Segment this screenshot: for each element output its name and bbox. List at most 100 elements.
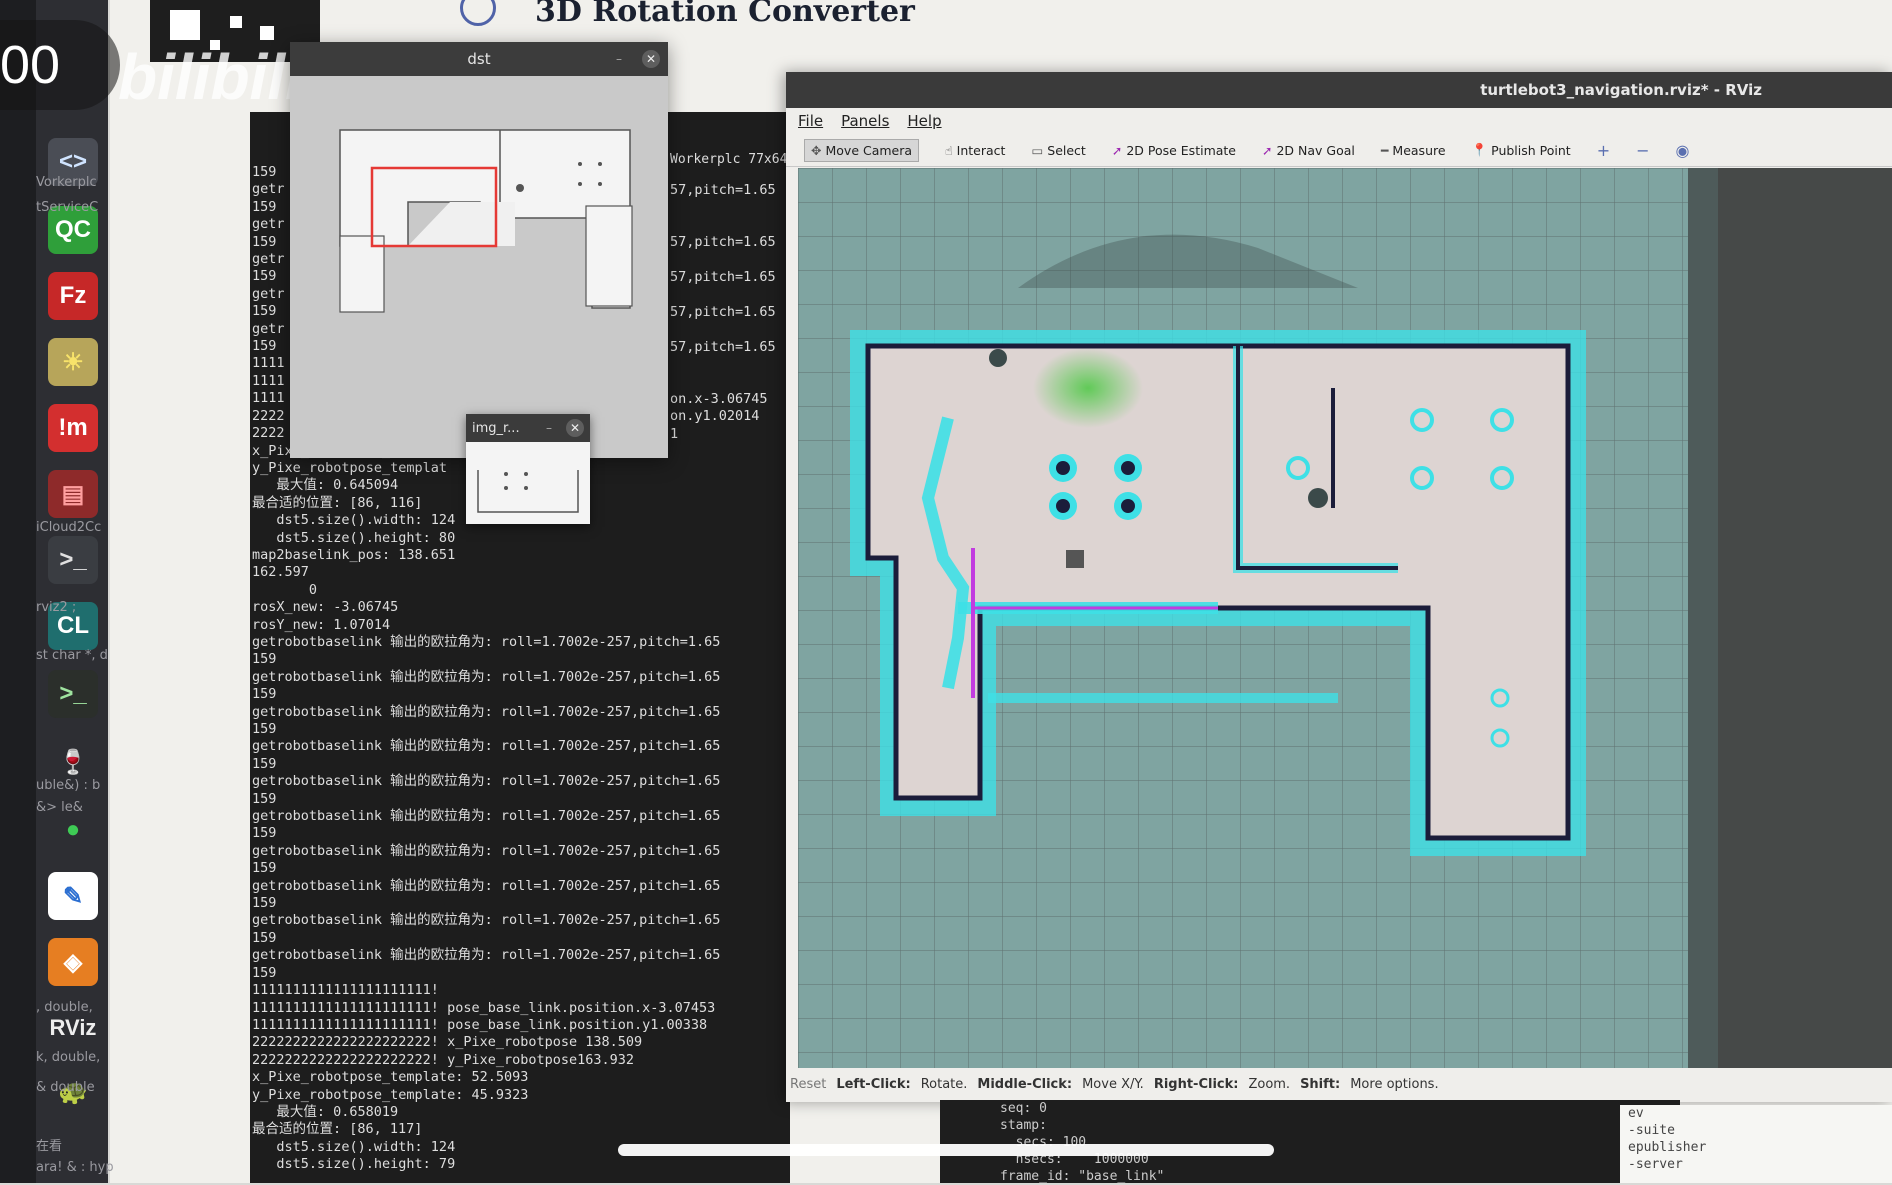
terminal-line-right: 57,pitch=1.65: [670, 303, 776, 320]
bottom-terminal-line: frame_id: "base_link": [1000, 1169, 1165, 1184]
terminal-line: 0: [252, 581, 318, 598]
terminal-line: 1111111111111111111111! pose_base_link.p…: [252, 1016, 708, 1033]
img-r-titlebar[interactable]: img_r... – ✕: [466, 414, 590, 442]
rviz-menubar: File Panels Help: [786, 108, 1892, 134]
tool-measure[interactable]: ━ Measure: [1381, 143, 1446, 158]
terminal-line: getrobotbaselink 输出的欧拉角为: roll=1.7002e-2…: [252, 877, 721, 894]
rviz-3d-view[interactable]: [798, 168, 1718, 1068]
im-icon[interactable]: !m: [48, 404, 98, 452]
dst-window[interactable]: dst – ✕: [290, 42, 668, 458]
terminal-line: 最大值: 0.658019: [252, 1103, 399, 1120]
tool-publish-point[interactable]: 📍 Publish Point: [1472, 142, 1571, 158]
right-click-label: Right-Click:: [1153, 1076, 1239, 1092]
terminal-line: getrobotbaselink 输出的欧拉角为: roll=1.7002e-2…: [252, 738, 721, 755]
terminal-line: 2222222222222222222222! x_Pixe_robotpose…: [252, 1034, 643, 1051]
dock-side-text: , double,: [36, 1000, 93, 1015]
select-icon: ▭: [1031, 142, 1044, 158]
tool-2d-nav-goal[interactable]: ➚ 2D Nav Goal: [1262, 143, 1355, 158]
rviz-toolbar: ✥ Move Camera ☝ Interact ▭ Select ➚ 2D Pose Est…: [786, 134, 1892, 167]
timer-overlay: 00: [0, 20, 120, 110]
img-r-window-title: img_r...: [472, 420, 520, 436]
close-icon[interactable]: ✕: [566, 419, 584, 437]
left-click-action: Rotate.: [920, 1076, 968, 1092]
rviz-statusbar: Reset Left-Click: Rotate. Middle-Click: …: [786, 1072, 1892, 1096]
terminal-line: 1111111111111111111111!: [252, 982, 439, 999]
img-r-window[interactable]: img_r... – ✕: [466, 414, 590, 524]
terminal-line-right: on.x-3.06745: [670, 390, 768, 407]
dst-window-title: dst: [467, 50, 491, 68]
terminal-line: getrobotbaselink 输出的欧拉角为: roll=1.7002e-2…: [252, 703, 721, 720]
terminal-line: getrobotbaselink 输出的欧拉角为: roll=1.7002e-2…: [252, 668, 721, 685]
terminal-line-right: on.y1.02014: [670, 408, 760, 425]
layers-icon[interactable]: ◈: [48, 938, 98, 986]
middle-click-label: Middle-Click:: [977, 1076, 1073, 1092]
terminal-line: getrobotbaselink 输出的欧拉角为: roll=1.7002e-2…: [252, 912, 721, 929]
dock-side-text: 在看: [36, 1139, 63, 1154]
terminal-line: 159: [252, 929, 277, 946]
terminal-line-right: [670, 373, 776, 390]
terminal-line: 159: [252, 755, 277, 772]
menu-file[interactable]: File: [798, 112, 823, 130]
bottom-right-line: -suite: [1628, 1123, 1675, 1138]
right-click-action: Zoom.: [1248, 1076, 1291, 1092]
dock-side-text: st char *, d: [36, 648, 108, 663]
tool-label: Measure: [1392, 142, 1446, 158]
terminal-line: 159: [252, 895, 277, 912]
terminal-line-right: 57,pitch=1.65: [670, 182, 776, 198]
terminal-line: 159: [252, 790, 277, 807]
zoom-out-icon[interactable]: −: [1636, 141, 1649, 160]
edit-icon[interactable]: ✎: [48, 872, 98, 920]
left-click-label: Left-Click:: [836, 1076, 911, 1092]
close-icon[interactable]: ✕: [642, 50, 660, 68]
tool-label: Publish Point: [1491, 142, 1571, 158]
terminal-line-right: [670, 321, 776, 338]
dock-side-text: k, double,: [36, 1050, 101, 1065]
menu-panels[interactable]: Panels: [841, 112, 889, 130]
tool-label: Move Camera: [825, 142, 913, 158]
bottom-right-line: epublisher: [1628, 1140, 1707, 1155]
terminal-line: 159: [252, 964, 277, 981]
terminal-line-right: [670, 252, 776, 269]
terminal-line-right: 57,pitch=1.65: [670, 338, 776, 355]
terminal-line-right: [670, 356, 776, 373]
focus-icon[interactable]: ◉: [1676, 141, 1690, 160]
zoom-in-icon[interactable]: +: [1597, 141, 1610, 160]
filezilla-icon[interactable]: Fz: [48, 272, 98, 320]
bottom-right-line: -server: [1628, 1157, 1683, 1172]
terminal-line-right: 57,pitch=1.65: [670, 234, 776, 251]
tool-label: Select: [1047, 142, 1086, 158]
rviz-titlebar[interactable]: turtlebot3_navigation.rviz* - RViz: [786, 72, 1892, 108]
rviz-side-panel[interactable]: [1718, 168, 1892, 1068]
menu-help[interactable]: Help: [907, 112, 941, 130]
red-app-icon[interactable]: ▤: [48, 470, 98, 518]
dock-side-text: Vorkerplc: [36, 175, 97, 190]
bottom-terminal-line: seq: 0: [1000, 1101, 1047, 1116]
tool-2d-pose-estimate[interactable]: ➚ 2D Pose Estimate: [1112, 143, 1236, 158]
bottom-terminal-line: stamp:: [1000, 1118, 1047, 1133]
dock-side-text: iCloud2Cc: [36, 520, 102, 535]
terminal-line: x_Pixe_robotpose_template: 52.5093: [252, 1069, 529, 1086]
terminal-line: getrobotbaselink 输出的欧拉角为: roll=1.7002e-2…: [252, 842, 721, 859]
minimize-icon[interactable]: –: [610, 50, 628, 68]
reset-button[interactable]: Reset: [790, 1077, 826, 1092]
terminal-line: map2baselink_pos: 138.651: [252, 546, 456, 563]
terminal-small-icon[interactable]: >_: [48, 536, 98, 584]
measure-icon: ━: [1380, 142, 1389, 158]
tool-interact[interactable]: ☝ Interact: [945, 143, 1005, 158]
rviz-window[interactable]: turtlebot3_navigation.rviz* - RViz File …: [786, 72, 1892, 1102]
terminal-icon[interactable]: >_: [48, 670, 98, 718]
tool-move-camera[interactable]: ✥ Move Camera: [804, 138, 920, 162]
bottom-terminal[interactable]: seq: 0 stamp: secs: 100 nsecs: 1000000 fra…: [940, 1100, 1680, 1184]
dst-titlebar[interactable]: dst – ✕: [290, 42, 668, 76]
minimize-icon[interactable]: –: [540, 419, 558, 437]
terminal-line: 159: [252, 721, 277, 737]
sun-icon[interactable]: ☀: [48, 338, 98, 386]
img-r-image: [466, 442, 590, 524]
tool-select[interactable]: ▭ Select: [1031, 143, 1085, 158]
terminal-line: 159: [252, 651, 277, 668]
bottom-right-line: ev: [1628, 1106, 1644, 1121]
tool-label: 2D Pose Estimate: [1126, 142, 1236, 158]
dock-edge: [0, 0, 36, 1183]
terminal-line: 159: [252, 860, 277, 877]
terminal-line: rosY_new: 1.07014: [252, 616, 391, 633]
